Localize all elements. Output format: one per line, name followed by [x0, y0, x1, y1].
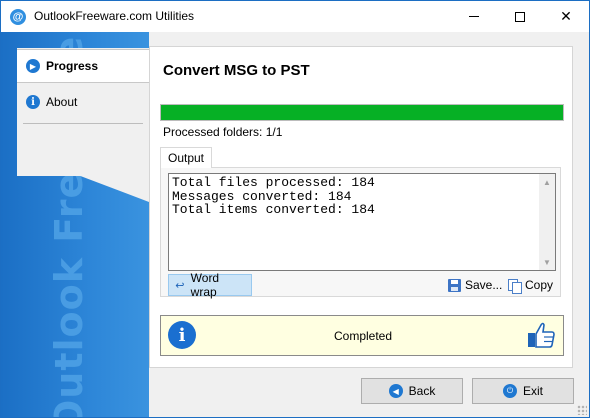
sidebar-item-about[interactable]: i About — [17, 85, 149, 119]
status-panel: Completed i — [160, 315, 564, 356]
output-tab-panel: Total files processed: 184 Messages conv… — [160, 167, 561, 299]
save-label: Save... — [465, 278, 503, 292]
output-scrollbar[interactable]: ▲ ▼ — [539, 174, 555, 270]
progress-bar — [160, 104, 564, 121]
sidebar-item-label: About — [46, 95, 78, 109]
info-icon: i — [168, 321, 196, 349]
copy-icon — [507, 278, 522, 294]
close-button[interactable]: ✕ — [543, 1, 589, 32]
main-panel: Convert MSG to PST Processed folders: 1/… — [149, 46, 573, 368]
copy-button[interactable]: Copy — [503, 274, 557, 296]
processed-folders-label: Processed folders: 1/1 — [163, 125, 283, 139]
sidebar-item-label: Progress — [46, 59, 99, 73]
play-icon: ▶ — [26, 59, 40, 73]
thumbs-up-icon — [528, 322, 555, 348]
exit-button[interactable]: ⏻ Exit — [472, 378, 574, 404]
sidebar-item-progress[interactable]: ▶ Progress — [17, 49, 149, 83]
maximize-button[interactable] — [497, 1, 543, 32]
output-textbox[interactable]: Total files processed: 184 Messages conv… — [168, 173, 556, 271]
close-icon: ✕ — [560, 8, 572, 24]
word-wrap-label: Word wrap — [190, 271, 220, 299]
title-bar: @ OutlookFreeware.com Utilities ✕ — [1, 1, 589, 32]
sidebar: Outlook Freeware.com ▶ Progress i About — [1, 32, 149, 417]
tab-output[interactable]: Output — [160, 147, 212, 168]
back-icon: ◀ — [388, 384, 403, 398]
back-button[interactable]: ◀ Back — [361, 378, 463, 404]
word-wrap-icon: ↩ — [175, 279, 185, 292]
copy-label: Copy — [525, 278, 554, 292]
exit-label: Exit — [522, 384, 543, 398]
status-text: Completed — [333, 328, 393, 343]
info-icon: i — [26, 95, 40, 109]
power-icon: ⏻ — [502, 384, 517, 398]
nav-divider — [23, 123, 143, 124]
minimize-icon — [469, 16, 479, 17]
word-wrap-button[interactable]: ↩ Word wrap — [168, 271, 252, 299]
window-title: OutlookFreeware.com Utilities — [34, 9, 195, 23]
minimize-button[interactable] — [451, 1, 497, 32]
output-text: Total files processed: 184 Messages conv… — [172, 175, 375, 217]
maximize-icon — [515, 11, 525, 22]
scroll-up-icon[interactable]: ▲ — [539, 174, 555, 190]
scroll-down-icon[interactable]: ▼ — [539, 254, 555, 270]
nav-panel-edge — [17, 152, 149, 202]
page-title: Convert MSG to PST — [163, 62, 310, 79]
progress-fill — [161, 105, 563, 120]
save-button[interactable]: Save... — [443, 274, 506, 296]
app-window: @ OutlookFreeware.com Utilities ✕ Outloo… — [0, 0, 590, 418]
app-logo-icon: @ — [10, 9, 26, 25]
back-label: Back — [408, 384, 436, 398]
resize-grip[interactable] — [577, 405, 587, 415]
save-icon — [447, 278, 461, 292]
